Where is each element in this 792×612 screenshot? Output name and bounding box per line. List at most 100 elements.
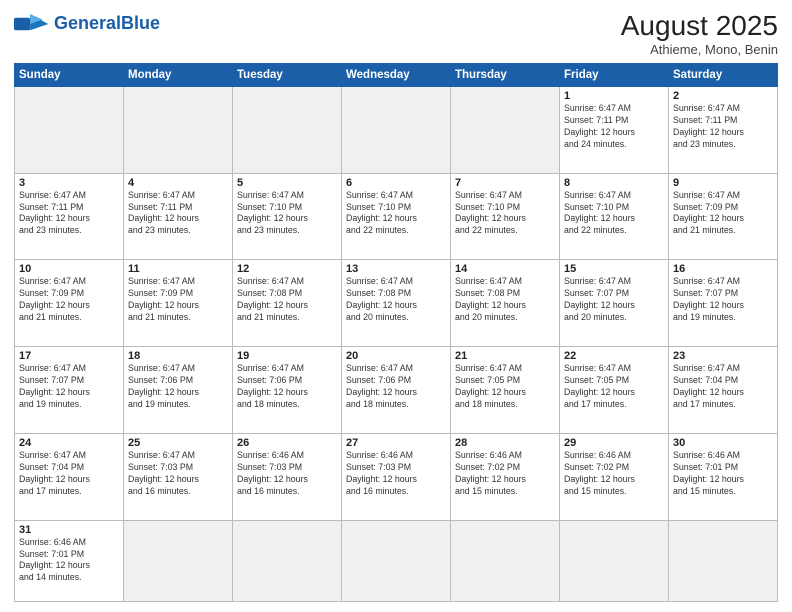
day-number: 3 xyxy=(19,177,119,189)
day-cell: 8Sunrise: 6:47 AM Sunset: 7:10 PM Daylig… xyxy=(560,173,669,260)
weekday-tuesday: Tuesday xyxy=(233,64,342,87)
day-info: Sunrise: 6:47 AM Sunset: 7:08 PM Dayligh… xyxy=(237,276,337,324)
day-number: 2 xyxy=(673,90,773,102)
weekday-thursday: Thursday xyxy=(451,64,560,87)
title-block: August 2025 Athieme, Mono, Benin xyxy=(621,10,778,57)
day-cell: 21Sunrise: 6:47 AM Sunset: 7:05 PM Dayli… xyxy=(451,347,560,434)
day-cell xyxy=(342,87,451,174)
day-info: Sunrise: 6:47 AM Sunset: 7:07 PM Dayligh… xyxy=(19,363,119,411)
day-cell xyxy=(233,87,342,174)
day-cell xyxy=(342,520,451,601)
week-row-3: 10 Sunrise: 6:47 AM Sunset: 7:09 PM Dayli… xyxy=(15,260,778,347)
calendar-table: SundayMondayTuesdayWednesdayThursdayFrid… xyxy=(14,63,778,602)
day-info: Sunrise: 6:47 AM Sunset: 7:09 PM Dayligh… xyxy=(128,276,228,324)
day-cell xyxy=(15,87,124,174)
day-info: Sunrise: 6:47 AM Sunset: 7:10 PM Dayligh… xyxy=(455,190,555,238)
day-number: 8 xyxy=(564,177,664,189)
day-cell xyxy=(451,87,560,174)
day-info: Sunrise: 6:47 AM Sunset: 7:11 PM Dayligh… xyxy=(564,103,664,151)
day-info: Sunrise: 6:47 AM Sunset: 7:07 PM Dayligh… xyxy=(564,276,664,324)
day-cell: 24Sunrise: 6:47 AM Sunset: 7:04 PM Dayli… xyxy=(15,433,124,520)
day-number: 1 xyxy=(564,90,664,102)
weekday-header-row: SundayMondayTuesdayWednesdayThursdayFrid… xyxy=(15,64,778,87)
day-info: Sunrise: 6:47 AM Sunset: 7:03 PM Dayligh… xyxy=(128,450,228,498)
day-cell: 14Sunrise: 6:47 AM Sunset: 7:08 PM Dayli… xyxy=(451,260,560,347)
day-info: Sunrise: 6:47 AM Sunset: 7:08 PM Dayligh… xyxy=(455,276,555,324)
day-cell: 22Sunrise: 6:47 AM Sunset: 7:05 PM Dayli… xyxy=(560,347,669,434)
day-info: Sunrise: 6:47 AM Sunset: 7:11 PM Dayligh… xyxy=(19,190,119,238)
day-cell: 1Sunrise: 6:47 AM Sunset: 7:11 PM Daylig… xyxy=(560,87,669,174)
day-cell: 4Sunrise: 6:47 AM Sunset: 7:11 PM Daylig… xyxy=(124,173,233,260)
day-cell: 9Sunrise: 6:47 AM Sunset: 7:09 PM Daylig… xyxy=(669,173,778,260)
header: GeneralBlue August 2025 Athieme, Mono, B… xyxy=(14,10,778,57)
day-number: 15 xyxy=(564,263,664,275)
day-info: Sunrise: 6:47 AM Sunset: 7:04 PM Dayligh… xyxy=(19,450,119,498)
day-info: Sunrise: 6:47 AM Sunset: 7:04 PM Dayligh… xyxy=(673,363,773,411)
day-cell xyxy=(451,520,560,601)
day-info: Sunrise: 6:47 AM Sunset: 7:07 PM Dayligh… xyxy=(673,276,773,324)
day-info: Sunrise: 6:47 AM Sunset: 7:11 PM Dayligh… xyxy=(128,190,228,238)
day-number: 23 xyxy=(673,350,773,362)
day-info: Sunrise: 6:46 AM Sunset: 7:01 PM Dayligh… xyxy=(673,450,773,498)
week-row-5: 24Sunrise: 6:47 AM Sunset: 7:04 PM Dayli… xyxy=(15,433,778,520)
day-number: 6 xyxy=(346,177,446,189)
day-info: Sunrise: 6:46 AM Sunset: 7:03 PM Dayligh… xyxy=(346,450,446,498)
day-info: Sunrise: 6:47 AM Sunset: 7:06 PM Dayligh… xyxy=(128,363,228,411)
day-number: 19 xyxy=(237,350,337,362)
calendar-subtitle: Athieme, Mono, Benin xyxy=(621,42,778,57)
weekday-sunday: Sunday xyxy=(15,64,124,87)
weekday-monday: Monday xyxy=(124,64,233,87)
day-number: 7 xyxy=(455,177,555,189)
day-info: Sunrise: 6:46 AM Sunset: 7:02 PM Dayligh… xyxy=(564,450,664,498)
day-number: 21 xyxy=(455,350,555,362)
day-cell xyxy=(124,520,233,601)
week-row-6: 31Sunrise: 6:46 AM Sunset: 7:01 PM Dayli… xyxy=(15,520,778,601)
page: GeneralBlue August 2025 Athieme, Mono, B… xyxy=(0,0,792,612)
day-number: 30 xyxy=(673,437,773,449)
day-number: 17 xyxy=(19,350,119,362)
day-cell: 12Sunrise: 6:47 AM Sunset: 7:08 PM Dayli… xyxy=(233,260,342,347)
day-number: 13 xyxy=(346,263,446,275)
day-number: 4 xyxy=(128,177,228,189)
weekday-wednesday: Wednesday xyxy=(342,64,451,87)
day-number: 31 xyxy=(19,524,119,536)
day-cell: 23Sunrise: 6:47 AM Sunset: 7:04 PM Dayli… xyxy=(669,347,778,434)
day-info: Sunrise: 6:47 AM Sunset: 7:08 PM Dayligh… xyxy=(346,276,446,324)
day-number: 22 xyxy=(564,350,664,362)
day-cell: 16Sunrise: 6:47 AM Sunset: 7:07 PM Dayli… xyxy=(669,260,778,347)
day-cell: 7Sunrise: 6:47 AM Sunset: 7:10 PM Daylig… xyxy=(451,173,560,260)
week-row-1: 1Sunrise: 6:47 AM Sunset: 7:11 PM Daylig… xyxy=(15,87,778,174)
day-cell: 18Sunrise: 6:47 AM Sunset: 7:06 PM Dayli… xyxy=(124,347,233,434)
day-number: 10 xyxy=(19,263,119,275)
day-info: Sunrise: 6:47 AM Sunset: 7:05 PM Dayligh… xyxy=(455,363,555,411)
day-info: Sunrise: 6:47 AM Sunset: 7:05 PM Dayligh… xyxy=(564,363,664,411)
day-cell xyxy=(124,87,233,174)
weekday-saturday: Saturday xyxy=(669,64,778,87)
day-number: 12 xyxy=(237,263,337,275)
day-number: 20 xyxy=(346,350,446,362)
day-cell: 5Sunrise: 6:47 AM Sunset: 7:10 PM Daylig… xyxy=(233,173,342,260)
day-cell: 25Sunrise: 6:47 AM Sunset: 7:03 PM Dayli… xyxy=(124,433,233,520)
day-cell: 30Sunrise: 6:46 AM Sunset: 7:01 PM Dayli… xyxy=(669,433,778,520)
day-cell: 26Sunrise: 6:46 AM Sunset: 7:03 PM Dayli… xyxy=(233,433,342,520)
day-number: 26 xyxy=(237,437,337,449)
day-cell: 28Sunrise: 6:46 AM Sunset: 7:02 PM Dayli… xyxy=(451,433,560,520)
week-row-2: 3Sunrise: 6:47 AM Sunset: 7:11 PM Daylig… xyxy=(15,173,778,260)
day-cell: 11Sunrise: 6:47 AM Sunset: 7:09 PM Dayli… xyxy=(124,260,233,347)
day-cell xyxy=(233,520,342,601)
day-cell: 29Sunrise: 6:46 AM Sunset: 7:02 PM Dayli… xyxy=(560,433,669,520)
day-cell: 27Sunrise: 6:46 AM Sunset: 7:03 PM Dayli… xyxy=(342,433,451,520)
day-info: Sunrise: 6:46 AM Sunset: 7:01 PM Dayligh… xyxy=(19,537,119,585)
day-cell: 6Sunrise: 6:47 AM Sunset: 7:10 PM Daylig… xyxy=(342,173,451,260)
day-cell: 3Sunrise: 6:47 AM Sunset: 7:11 PM Daylig… xyxy=(15,173,124,260)
day-cell: 20Sunrise: 6:47 AM Sunset: 7:06 PM Dayli… xyxy=(342,347,451,434)
day-number: 9 xyxy=(673,177,773,189)
day-number: 16 xyxy=(673,263,773,275)
day-info: Sunrise: 6:47 AM Sunset: 7:06 PM Dayligh… xyxy=(237,363,337,411)
week-row-4: 17Sunrise: 6:47 AM Sunset: 7:07 PM Dayli… xyxy=(15,347,778,434)
day-cell: 17Sunrise: 6:47 AM Sunset: 7:07 PM Dayli… xyxy=(15,347,124,434)
day-info: Sunrise: 6:46 AM Sunset: 7:03 PM Dayligh… xyxy=(237,450,337,498)
day-cell: 19Sunrise: 6:47 AM Sunset: 7:06 PM Dayli… xyxy=(233,347,342,434)
day-number: 11 xyxy=(128,263,228,275)
day-info: Sunrise: 6:47 AM Sunset: 7:10 PM Dayligh… xyxy=(346,190,446,238)
